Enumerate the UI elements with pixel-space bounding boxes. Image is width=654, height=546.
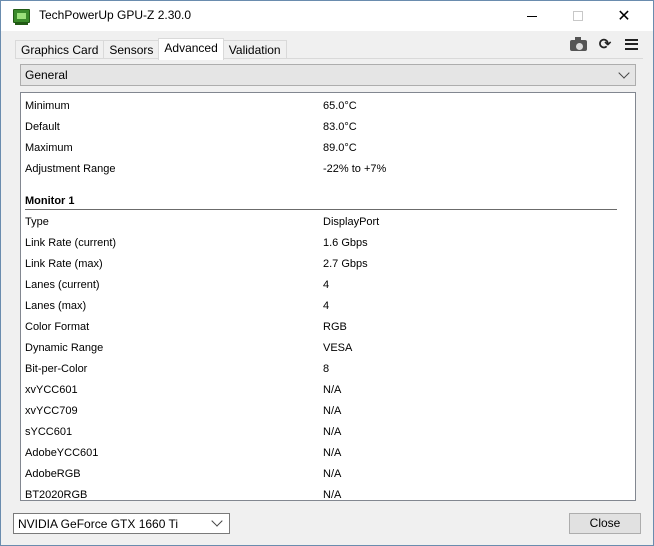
row-value: 2.7 Gbps xyxy=(323,258,368,270)
gpu-selector-value: NVIDIA GeForce GTX 1660 Ti xyxy=(18,517,179,531)
list-item: Color Format RGB xyxy=(25,316,625,337)
row-label: Lanes (current) xyxy=(25,279,100,291)
row-value: 4 xyxy=(323,300,330,312)
row-label: Link Rate (current) xyxy=(25,237,117,249)
list-item: Dynamic Range VESA xyxy=(25,337,625,358)
list-item: Default 83.0°C xyxy=(25,116,625,137)
row-value: RGB xyxy=(323,321,347,333)
list-item: BT2020RGB N/A xyxy=(25,484,625,501)
minimize-icon xyxy=(527,15,537,17)
chevron-down-icon xyxy=(211,515,223,527)
window-title: TechPowerUp GPU-Z 2.30.0 xyxy=(39,8,192,22)
chevron-down-icon xyxy=(618,67,630,79)
row-label: BT2020RGB xyxy=(25,489,88,501)
section-header-monitor: Monitor 1 xyxy=(25,188,617,210)
tab-graphics-card[interactable]: Graphics Card xyxy=(15,40,105,59)
row-value: -22% to +7% xyxy=(323,163,387,175)
row-value: N/A xyxy=(323,384,342,396)
list-item: Link Rate (current) 1.6 Gbps xyxy=(25,232,625,253)
title-bar[interactable]: TechPowerUp GPU-Z 2.30.0 ✕ xyxy=(1,1,653,31)
row-value: DisplayPort xyxy=(323,216,380,228)
list-item: Type DisplayPort xyxy=(25,211,625,232)
row-label: Minimum xyxy=(25,100,70,112)
tab-sensors[interactable]: Sensors xyxy=(103,40,160,59)
row-value: 89.0°C xyxy=(323,142,357,154)
row-value: N/A xyxy=(323,405,342,417)
row-label: Adjustment Range xyxy=(25,163,116,175)
maximize-icon xyxy=(573,11,583,21)
row-label: xvYCC709 xyxy=(25,405,78,417)
row-label: Lanes (max) xyxy=(25,300,87,312)
gpu-z-app-icon xyxy=(13,9,30,25)
category-dropdown-value: General xyxy=(25,68,68,82)
row-label: xvYCC601 xyxy=(25,384,78,396)
minimize-button[interactable] xyxy=(509,1,555,31)
row-value: N/A xyxy=(323,468,342,480)
maximize-button[interactable] xyxy=(555,1,601,31)
row-label: Bit-per-Color xyxy=(25,363,88,375)
close-button[interactable]: Close xyxy=(569,513,641,534)
list-item: xvYCC601 N/A xyxy=(25,379,625,400)
refresh-icon[interactable]: ⟳ xyxy=(595,35,615,53)
row-value: 1.6 Gbps xyxy=(323,237,368,249)
row-label: Dynamic Range xyxy=(25,342,104,354)
row-label: AdobeRGB xyxy=(25,468,81,480)
camera-icon[interactable] xyxy=(568,35,588,53)
close-icon: ✕ xyxy=(617,6,631,25)
row-value: 8 xyxy=(323,363,330,375)
row-value: 4 xyxy=(323,279,330,291)
gpu-selector-dropdown[interactable]: NVIDIA GeForce GTX 1660 Ti xyxy=(13,513,230,534)
tab-bar: Graphics Card Sensors Advanced Validatio… xyxy=(15,38,287,60)
row-label: Link Rate (max) xyxy=(25,258,103,270)
gpu-z-window: TechPowerUp GPU-Z 2.30.0 ✕ Graphics Card… xyxy=(0,0,654,546)
row-value: 83.0°C xyxy=(323,121,357,133)
row-value: N/A xyxy=(323,426,342,438)
tab-divider xyxy=(15,58,643,59)
row-label: Color Format xyxy=(25,321,90,333)
list-item: xvYCC709 N/A xyxy=(25,400,625,421)
list-item: Maximum 89.0°C xyxy=(25,137,625,158)
tab-advanced[interactable]: Advanced xyxy=(158,38,224,60)
row-label: Maximum xyxy=(25,142,73,154)
list-item: Bit-per-Color 8 xyxy=(25,358,625,379)
row-value: 65.0°C xyxy=(323,100,357,112)
category-dropdown[interactable]: General xyxy=(20,64,636,86)
tab-validation[interactable]: Validation xyxy=(222,40,287,59)
close-window-button[interactable]: ✕ xyxy=(601,1,647,31)
list-item: sYCC601 N/A xyxy=(25,421,625,442)
advanced-info-panel[interactable]: Minimum 65.0°C Default 83.0°C Maximum 89… xyxy=(20,92,636,501)
row-label: AdobeYCC601 xyxy=(25,447,99,459)
list-item: Lanes (current) 4 xyxy=(25,274,625,295)
row-value: N/A xyxy=(323,447,342,459)
section-title: Monitor 1 xyxy=(25,195,75,207)
list-item: Adjustment Range -22% to +7% xyxy=(25,158,625,179)
list-item: Lanes (max) 4 xyxy=(25,295,625,316)
row-value: N/A xyxy=(323,489,342,501)
list-item: AdobeYCC601 N/A xyxy=(25,442,625,463)
menu-icon[interactable] xyxy=(621,35,641,53)
row-value: VESA xyxy=(323,342,353,354)
list-item: AdobeRGB N/A xyxy=(25,463,625,484)
row-label: Default xyxy=(25,121,60,133)
row-label: Type xyxy=(25,216,49,228)
row-label: sYCC601 xyxy=(25,426,73,438)
list-item: Minimum 65.0°C xyxy=(25,95,625,116)
list-item: Link Rate (max) 2.7 Gbps xyxy=(25,253,625,274)
